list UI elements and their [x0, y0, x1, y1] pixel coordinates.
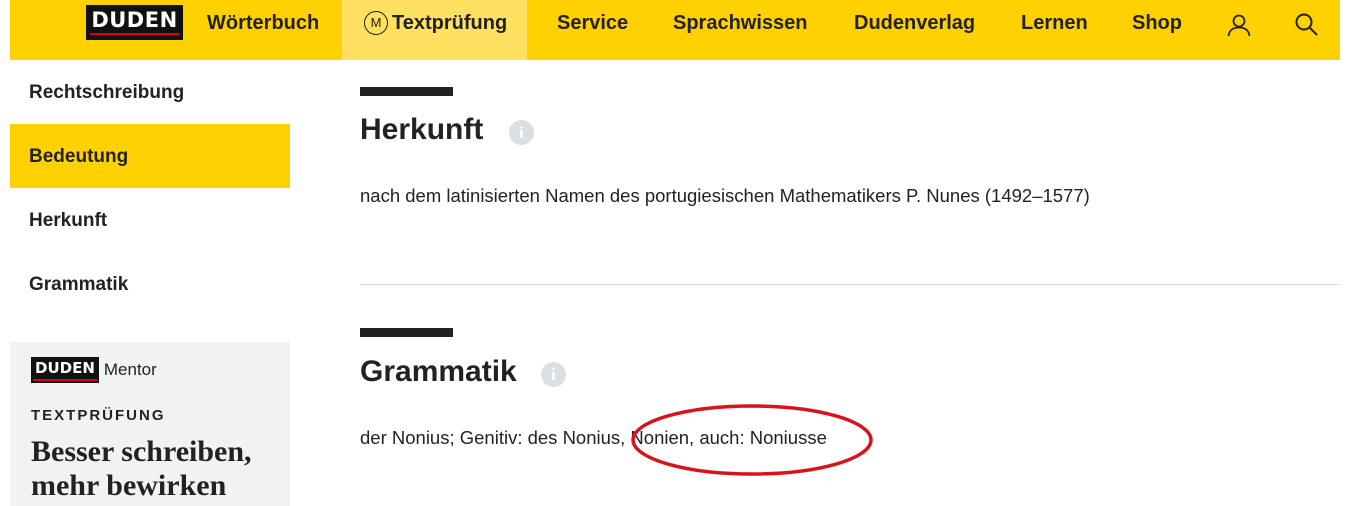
mentor-logo: DUDEN Mentor — [31, 356, 157, 383]
duden-logo[interactable]: DUDEN — [86, 5, 183, 40]
search-icon[interactable] — [1294, 12, 1320, 38]
nav-shop[interactable]: Shop — [1132, 0, 1182, 60]
section-title-grammatik: Grammatik — [360, 355, 517, 388]
user-icon[interactable] — [1226, 12, 1252, 38]
nav-textpruefung[interactable]: M Textprüfung — [342, 0, 528, 60]
nav-dudenverlag[interactable]: Dudenverlag — [854, 0, 975, 60]
sidebar-item-herkunft[interactable]: Herkunft — [10, 188, 290, 252]
mentor-headline-line-2: mehr bewirken — [31, 469, 227, 502]
sidebar-item-grammatik[interactable]: Grammatik — [10, 252, 290, 316]
logo-underline — [90, 33, 179, 35]
mentor-brand: Mentor — [103, 359, 157, 379]
sidebar-item-bedeutung[interactable]: Bedeutung — [10, 124, 290, 188]
info-icon[interactable]: i — [541, 362, 566, 387]
nav-lernen[interactable]: Lernen — [1021, 0, 1088, 60]
nav-textpruefung-label: Textprüfung — [392, 12, 508, 34]
grammatik-text: der Nonius; Genitiv: des Nonius, Nonien,… — [360, 427, 827, 448]
mentor-headline: Besser schreiben, mehr bewirken — [31, 435, 252, 503]
mentor-logo-text: DUDEN — [35, 358, 95, 377]
section-bar-herkunft — [360, 87, 453, 96]
nav-sprachwissen[interactable]: Sprachwissen — [673, 0, 808, 60]
mentor-duden-logo: DUDEN — [31, 356, 99, 383]
info-icon[interactable]: i — [509, 120, 534, 145]
mentor-m-icon: M — [364, 11, 388, 35]
section-divider — [360, 284, 1340, 285]
section-bar-grammatik — [360, 328, 453, 337]
nav-service[interactable]: Service — [557, 0, 628, 60]
mentor-headline-line-1: Besser schreiben, — [31, 435, 252, 468]
sidebar-nav: Rechtschreibung Bedeutung Herkunft Gramm… — [10, 60, 290, 316]
mentor-tag: TEXTPRÜFUNG — [31, 407, 166, 424]
herkunft-text: nach dem latinisierten Namen des portugi… — [360, 185, 1090, 206]
mentor-promo[interactable]: DUDEN Mentor TEXTPRÜFUNG Besser schreibe… — [10, 342, 290, 506]
sidebar-item-rechtschreibung[interactable]: Rechtschreibung — [10, 60, 290, 124]
mentor-logo-underline — [33, 378, 97, 381]
logo-text: DUDEN — [91, 8, 178, 32]
section-title-herkunft: Herkunft — [360, 113, 484, 146]
top-navigation: DUDEN Wörterbuch M Textprüfung Service Sp… — [10, 0, 1340, 60]
nav-woerterbuch[interactable]: Wörterbuch — [207, 0, 319, 60]
